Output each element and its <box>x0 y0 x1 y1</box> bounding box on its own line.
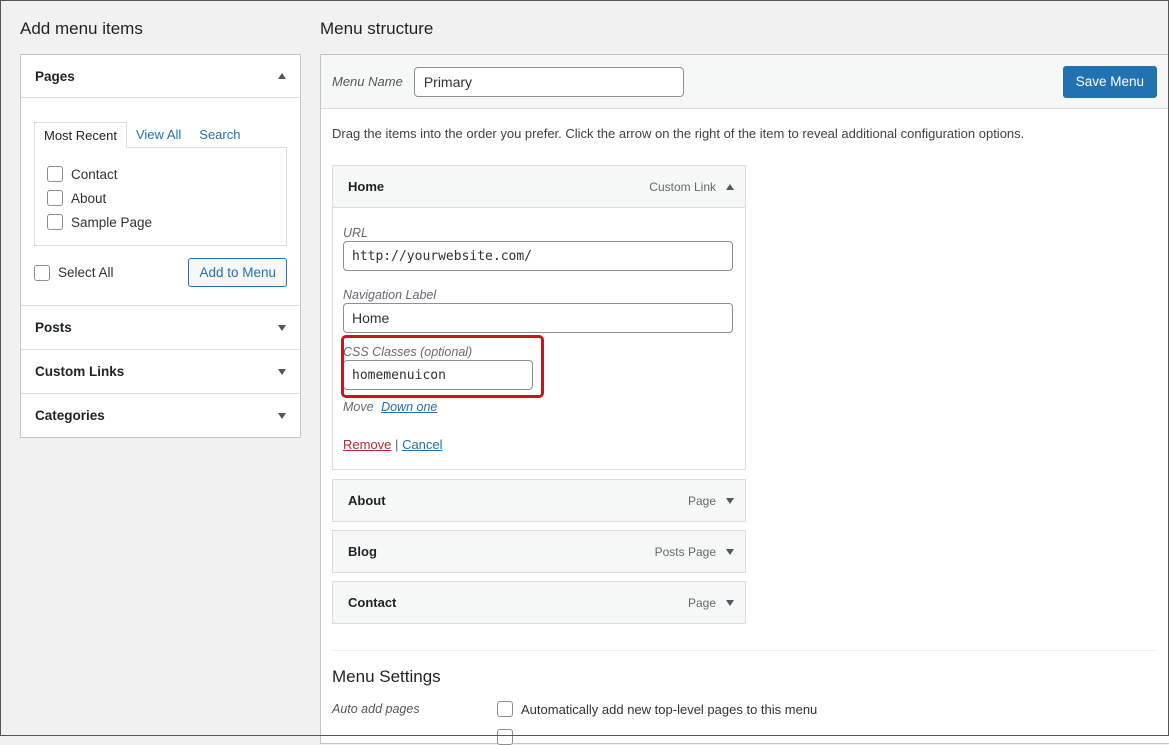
auto-add-pages-text: Automatically add new top-level pages to… <box>521 701 818 717</box>
menu-header: Menu Name Save Menu <box>321 55 1169 109</box>
menu-item-blog: Blog Posts Page <box>332 530 746 573</box>
expand-arrow-icon[interactable] <box>726 599 734 606</box>
url-label: URL <box>343 226 369 240</box>
page-option-label: About <box>71 190 107 206</box>
display-location-checkbox[interactable] <box>497 729 513 745</box>
posts-section: Posts <box>21 306 300 350</box>
most-recent-panel: Contact About Sample Page <box>34 147 287 246</box>
pages-tabs: Most Recent View All Search <box>34 122 287 148</box>
expand-arrow-icon[interactable] <box>278 368 286 375</box>
tab-view-all[interactable]: View All <box>127 122 190 148</box>
add-to-menu-button[interactable]: Add to Menu <box>188 258 287 287</box>
pages-section-header[interactable]: Pages <box>21 55 300 98</box>
move-down-one-link[interactable]: Down one <box>381 400 437 414</box>
actions-separator: | <box>395 437 399 452</box>
collapse-arrow-icon[interactable] <box>726 183 734 190</box>
menu-item-title: Contact <box>348 595 397 610</box>
display-location-row <box>332 729 521 745</box>
menu-item-home: Home Custom Link URL Navigation Label CS… <box>332 165 746 470</box>
expand-arrow-icon[interactable] <box>726 497 734 504</box>
remove-link[interactable]: Remove <box>343 437 391 452</box>
menu-item-title: About <box>348 493 386 508</box>
add-menu-items-heading: Add menu items <box>20 19 143 38</box>
auto-add-pages-label: Auto add pages <box>332 702 420 716</box>
menu-settings-title: Menu Settings <box>332 667 441 686</box>
page-option-label: Sample Page <box>71 214 153 230</box>
menu-item-bar[interactable]: About Page <box>333 480 745 521</box>
css-classes-input[interactable] <box>343 360 533 390</box>
select-all-label: Select All <box>58 265 114 280</box>
add-menu-items-accordion: Pages Most Recent View All Search Contac… <box>20 54 301 438</box>
custom-links-section-title: Custom Links <box>35 364 125 379</box>
custom-links-section-header[interactable]: Custom Links <box>21 350 300 393</box>
page-option-about[interactable]: About <box>47 186 274 210</box>
item-actions: Remove | Cancel <box>343 437 443 452</box>
page-checkbox-about[interactable] <box>47 190 63 206</box>
auto-add-pages-checkbox[interactable] <box>497 701 513 717</box>
cancel-link[interactable]: Cancel <box>402 437 442 452</box>
categories-section: Categories <box>21 394 300 437</box>
categories-section-title: Categories <box>35 408 105 423</box>
page-checkbox-sample-page[interactable] <box>47 214 63 230</box>
css-classes-label: CSS Classes (optional) <box>343 345 473 359</box>
move-label: Move <box>343 400 374 414</box>
save-menu-button[interactable]: Save Menu <box>1062 65 1157 98</box>
menu-item-type: Page <box>687 493 716 508</box>
categories-section-header[interactable]: Categories <box>21 394 300 437</box>
posts-section-header[interactable]: Posts <box>21 306 300 349</box>
menu-item-contact: Contact Page <box>332 581 746 624</box>
page-option-label: Contact <box>71 166 118 182</box>
menu-item-bar[interactable]: Contact Page <box>333 582 745 623</box>
expand-arrow-icon[interactable] <box>726 548 734 555</box>
expand-arrow-icon[interactable] <box>278 412 286 419</box>
navigation-label-label: Navigation Label <box>343 288 437 302</box>
page-checkbox-contact[interactable] <box>47 166 63 182</box>
menu-structure-heading: Menu structure <box>320 19 434 38</box>
menu-name-input[interactable] <box>413 66 684 97</box>
move-row: Move Down one <box>343 400 437 414</box>
posts-section-title: Posts <box>35 320 72 335</box>
page-option-contact[interactable]: Contact <box>47 162 274 186</box>
expand-arrow-icon[interactable] <box>278 324 286 331</box>
select-all-option[interactable]: Select All <box>34 264 114 281</box>
instructions-text: Drag the items into the order you prefer… <box>332 126 1025 141</box>
menu-structure-panel: Menu Name Save Menu Drag the items into … <box>320 54 1169 745</box>
auto-add-pages-option[interactable]: Automatically add new top-level pages to… <box>497 701 817 717</box>
menu-item-type: Custom Link <box>649 179 716 194</box>
url-input[interactable] <box>343 241 733 271</box>
collapse-arrow-icon[interactable] <box>278 73 286 79</box>
menu-item-title: Home <box>348 179 385 194</box>
pages-footer: Select All Add to Menu <box>34 258 287 287</box>
menu-item-title: Blog <box>348 544 377 559</box>
pages-section-title: Pages <box>35 68 75 84</box>
select-all-checkbox[interactable] <box>34 264 50 281</box>
navigation-label-input[interactable] <box>343 303 733 333</box>
menu-item-settings: URL Navigation Label CSS Classes (option… <box>333 207 745 469</box>
tab-search[interactable]: Search <box>190 122 249 148</box>
auto-add-pages-row: Auto add pages Automatically add new top… <box>332 701 1152 717</box>
custom-links-section: Custom Links <box>21 350 300 394</box>
menu-item-about: About Page <box>332 479 746 522</box>
menu-item-type: Posts Page <box>654 544 716 559</box>
tab-most-recent[interactable]: Most Recent <box>34 122 127 148</box>
settings-divider <box>332 650 1157 651</box>
menu-item-bar[interactable]: Home Custom Link <box>333 166 745 207</box>
pages-section-body: Most Recent View All Search Contact Abou… <box>21 98 300 305</box>
menu-item-bar[interactable]: Blog Posts Page <box>333 531 745 572</box>
menu-name-label: Menu Name <box>332 74 403 89</box>
pages-section: Pages Most Recent View All Search Contac… <box>21 55 300 306</box>
page-option-sample-page[interactable]: Sample Page <box>47 210 274 234</box>
menu-item-type: Page <box>687 595 716 610</box>
